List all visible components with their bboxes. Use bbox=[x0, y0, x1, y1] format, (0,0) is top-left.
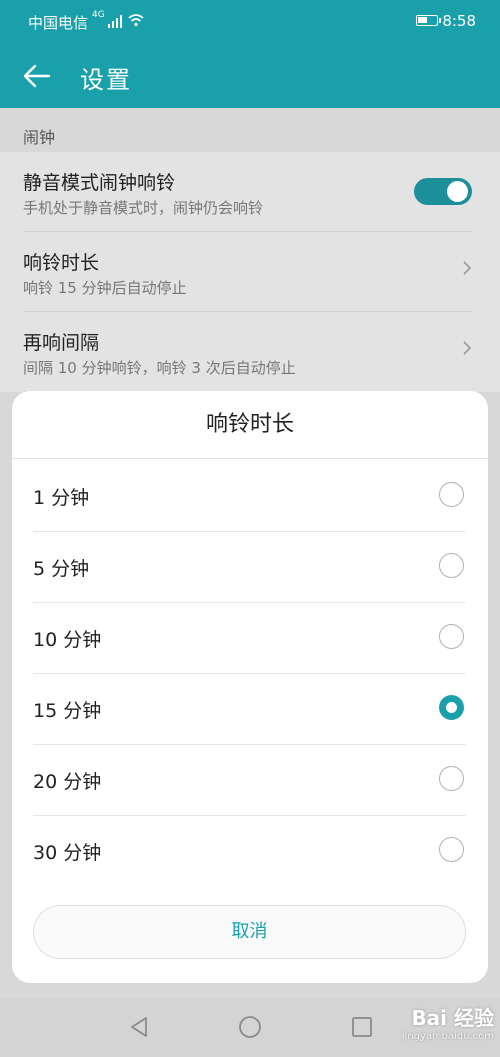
radio-button[interactable] bbox=[439, 482, 464, 507]
status-bar: 中国电信 4G 8:58 bbox=[0, 0, 500, 44]
duration-option-10[interactable]: 10 分钟 bbox=[33, 603, 466, 674]
radio-button[interactable] bbox=[439, 837, 464, 862]
setting-subtitle: 响铃 15 分钟后自动停止 bbox=[23, 279, 187, 297]
duration-option-30[interactable]: 30 分钟 bbox=[33, 816, 466, 886]
setting-subtitle: 手机处于静音模式时，闹钟仍会响铃 bbox=[23, 199, 264, 217]
setting-snooze-interval[interactable]: 再响间隔 间隔 10 分钟响铃，响铃 3 次后自动停止 bbox=[23, 312, 472, 392]
option-label: 30 分钟 bbox=[33, 842, 102, 864]
option-label: 15 分钟 bbox=[33, 700, 102, 722]
duration-option-15[interactable]: 15 分钟 bbox=[33, 674, 466, 745]
toggle-knob bbox=[447, 181, 468, 202]
arrow-left-icon[interactable] bbox=[22, 62, 52, 90]
section-header: 闹钟 bbox=[23, 128, 56, 147]
setting-ring-duration[interactable]: 响铃时长 响铃 15 分钟后自动停止 bbox=[23, 232, 472, 312]
app-bar: 设置 bbox=[0, 44, 500, 108]
radio-button[interactable] bbox=[439, 624, 464, 649]
battery-icon bbox=[416, 15, 441, 26]
nav-back-icon[interactable] bbox=[128, 1015, 152, 1039]
duration-options: 1 分钟 5 分钟 10 分钟 15 分钟 20 分钟 30 分钟 bbox=[33, 461, 466, 886]
wifi-icon bbox=[128, 14, 144, 27]
ring-duration-dialog: 响铃时长 1 分钟 5 分钟 10 分钟 15 分钟 20 分钟 30 分钟 取… bbox=[12, 391, 488, 983]
carrier-label: 中国电信 bbox=[28, 14, 89, 32]
duration-option-5[interactable]: 5 分钟 bbox=[33, 532, 466, 603]
setting-title: 静音模式闹钟响铃 bbox=[23, 172, 176, 194]
watermark-brand: Bai 经验 bbox=[411, 1006, 494, 1030]
radio-button[interactable] bbox=[439, 553, 464, 578]
clock-time: 8:58 bbox=[442, 12, 476, 30]
network-type-label: 4G bbox=[92, 10, 105, 20]
watermark-url: jingyan.baidu.com bbox=[401, 1031, 494, 1042]
chevron-right-icon bbox=[463, 261, 472, 275]
setting-title: 再响间隔 bbox=[23, 332, 100, 354]
watermark: Bai 经验 jingyan.baidu.com bbox=[402, 1002, 494, 1042]
option-label: 1 分钟 bbox=[33, 487, 90, 509]
radio-button[interactable] bbox=[439, 766, 464, 791]
page-title: 设置 bbox=[80, 66, 132, 94]
option-label: 10 分钟 bbox=[33, 629, 102, 651]
option-label: 5 分钟 bbox=[33, 558, 90, 580]
settings-list: 静音模式闹钟响铃 手机处于静音模式时，闹钟仍会响铃 响铃时长 响铃 15 分钟后… bbox=[0, 152, 500, 392]
nav-recent-icon[interactable] bbox=[350, 1015, 374, 1039]
nav-home-icon[interactable] bbox=[238, 1015, 262, 1039]
silent-ring-toggle[interactable] bbox=[414, 178, 472, 205]
cancel-button[interactable]: 取消 bbox=[33, 905, 466, 959]
setting-title: 响铃时长 bbox=[23, 252, 100, 274]
setting-silent-ring[interactable]: 静音模式闹钟响铃 手机处于静音模式时，闹钟仍会响铃 bbox=[23, 152, 472, 232]
radio-button-checked[interactable] bbox=[439, 695, 464, 720]
signal-icon bbox=[108, 14, 124, 28]
setting-subtitle: 间隔 10 分钟响铃，响铃 3 次后自动停止 bbox=[23, 359, 296, 377]
option-label: 20 分钟 bbox=[33, 771, 102, 793]
dialog-title: 响铃时长 bbox=[12, 391, 488, 459]
duration-option-20[interactable]: 20 分钟 bbox=[33, 745, 466, 816]
chevron-right-icon bbox=[463, 341, 472, 355]
duration-option-1[interactable]: 1 分钟 bbox=[33, 461, 466, 532]
